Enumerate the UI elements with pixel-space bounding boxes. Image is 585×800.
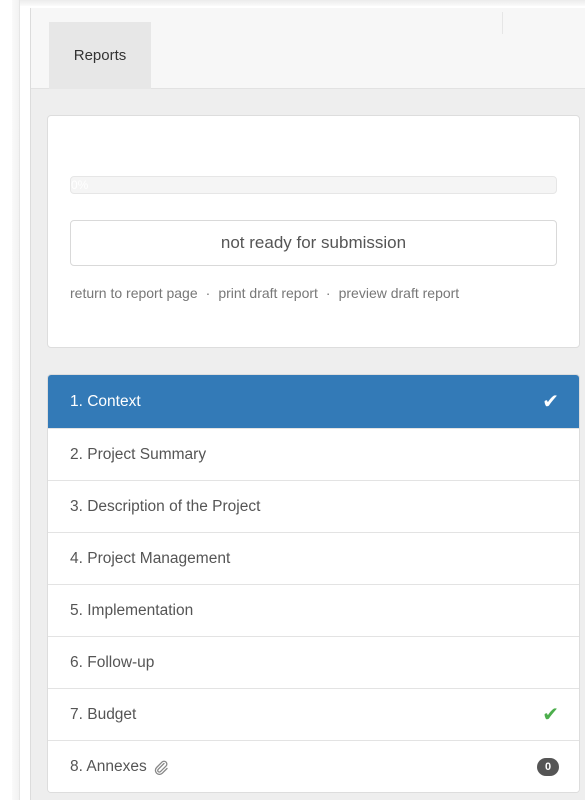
section-item-budget[interactable]: 7. Budget ✔ (48, 688, 579, 740)
section-item-project-summary[interactable]: 2. Project Summary (48, 428, 579, 480)
tab-bar: Reports (31, 8, 585, 89)
tab-bar-divider (502, 12, 503, 34)
progress-label: 0% (71, 178, 89, 192)
paperclip-icon (153, 759, 169, 775)
report-status-panel: 0% not ready for submission return to re… (47, 115, 580, 348)
link-separator: · (205, 285, 211, 301)
return-to-report-link[interactable]: return to report page (70, 285, 198, 301)
section-label: 7. Budget (70, 705, 137, 723)
report-links: return to report page · print draft report… (70, 282, 540, 304)
annex-count-badge: 0 (537, 757, 559, 776)
preview-draft-report-link[interactable]: preview draft report (339, 285, 460, 301)
report-sections-list: 1. Context ✔ 2. Project Summary 3. Descr… (47, 374, 580, 793)
section-label: 4. Project Management (70, 549, 231, 567)
section-label: 1. Context (70, 392, 141, 410)
section-label: 3. Description of the Project (70, 497, 261, 515)
section-item-implementation[interactable]: 5. Implementation (48, 584, 579, 636)
print-draft-report-link[interactable]: print draft report (218, 285, 318, 301)
section-item-project-management[interactable]: 4. Project Management (48, 532, 579, 584)
section-label: 5. Implementation (70, 601, 194, 619)
window-left-edge (12, 0, 20, 800)
link-separator: · (325, 285, 331, 301)
progress-bar: 0% (70, 176, 557, 194)
section-item-description[interactable]: 3. Description of the Project (48, 480, 579, 532)
section-item-context[interactable]: 1. Context ✔ (48, 375, 579, 428)
section-label: 8. Annexes (70, 757, 147, 775)
section-label: 2. Project Summary (70, 445, 207, 463)
tab-reports[interactable]: Reports (49, 22, 151, 89)
section-item-follow-up[interactable]: 6. Follow-up (48, 636, 579, 688)
checkmark-icon: ✔ (542, 390, 559, 413)
checkmark-icon: ✔ (542, 703, 559, 726)
window-top-shadow (20, 0, 585, 6)
report-frame: Reports 0% not ready for submission retu… (30, 8, 585, 800)
section-label: 6. Follow-up (70, 653, 155, 671)
section-item-annexes[interactable]: 8. Annexes 0 (48, 740, 579, 792)
submission-status-button[interactable]: not ready for submission (70, 220, 557, 266)
